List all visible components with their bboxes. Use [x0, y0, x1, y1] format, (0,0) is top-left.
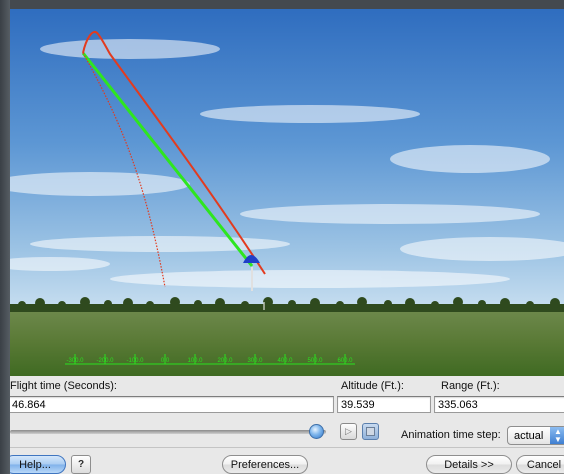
stop-icon: [366, 427, 375, 436]
animation-time-step-value: actual: [514, 430, 544, 442]
ruler-label: 300.0: [247, 358, 263, 364]
ruler-label: 600.0: [337, 358, 353, 364]
flight-scene-canvas: -300.0 -200.0 -100.0 0.0 100.0 200.0 300…: [10, 9, 564, 376]
altitude-field[interactable]: 39.539: [337, 396, 431, 413]
select-arrows-icon: ▲ ▼: [550, 427, 564, 444]
flight-time-label: Flight time (Seconds):: [10, 380, 117, 392]
preferences-button[interactable]: Preferences...: [222, 455, 308, 474]
panel-divider: [10, 447, 564, 448]
flight-time-field[interactable]: 46.864: [10, 396, 334, 413]
ruler-label: 500.0: [307, 358, 323, 364]
cancel-button[interactable]: Cancel: [516, 455, 564, 474]
ruler-label: -300.0: [66, 358, 84, 364]
animation-time-step-select[interactable]: actual ▲ ▼: [507, 426, 564, 445]
ruler-label: 100.0: [187, 358, 203, 364]
flight-simulation-window: -300.0 -200.0 -100.0 0.0 100.0 200.0 300…: [10, 9, 564, 474]
altitude-label: Altitude (Ft.):: [341, 380, 404, 392]
context-help-button[interactable]: ?: [71, 455, 91, 474]
control-panel: Flight time (Seconds): Altitude (Ft.): R…: [10, 376, 564, 474]
ground: [10, 307, 564, 376]
flight-3d-view[interactable]: -300.0 -200.0 -100.0 0.0 100.0 200.0 300…: [10, 9, 564, 376]
play-icon: ▷: [345, 426, 352, 436]
ruler-label: 400.0: [277, 358, 293, 364]
context-help-icon: ?: [77, 459, 85, 470]
range-label: Range (Ft.):: [441, 380, 500, 392]
desktop-background: [0, 0, 564, 9]
time-slider-track[interactable]: [10, 430, 326, 434]
ruler-label: 0.0: [161, 358, 170, 364]
ruler-label: -200.0: [96, 358, 114, 364]
animation-time-step-label: Animation time step:: [401, 429, 501, 441]
range-field[interactable]: 335.063: [434, 396, 564, 413]
stop-button[interactable]: [362, 423, 379, 440]
time-slider-thumb[interactable]: [309, 424, 325, 439]
desktop-edge: [0, 0, 10, 474]
details-button[interactable]: Details >>: [426, 455, 512, 474]
play-button[interactable]: ▷: [340, 423, 357, 440]
ruler-label: 200.0: [217, 358, 233, 364]
help-button[interactable]: Help...: [10, 455, 66, 474]
ruler-label: -100.0: [126, 358, 144, 364]
